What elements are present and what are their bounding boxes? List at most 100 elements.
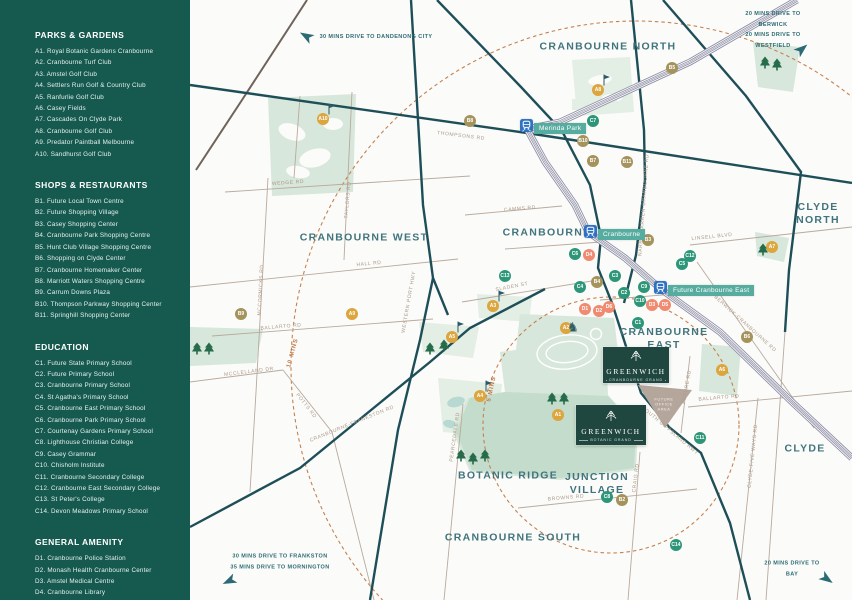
road-name-label: BERWICK-CRANBOURNE RD [712, 294, 778, 354]
pine-tree-icon [479, 449, 491, 463]
legend-item: C9. Casey Grammar [35, 450, 97, 458]
pine-tree-icon [558, 392, 570, 406]
pine-tree-icon [771, 58, 783, 72]
legend-item: B5. Hunt Club Village Shopping Centre [35, 243, 152, 251]
legend-item: B6. Shopping on Clyde Center [35, 255, 126, 263]
horse-rider-icon: ♞ [567, 319, 579, 335]
legend-item: A2. Cranbourne Turf Club [35, 59, 112, 67]
station-cranbourne: Cranbourne [584, 225, 646, 243]
legend-item: D4. Cranbourne Library [35, 589, 106, 597]
road-name-label: SOUTH GIPPSLAND HWY [640, 405, 700, 457]
road-name-label: WESTERN PORT HWY [400, 270, 418, 334]
legend-item: C12. Cranbourne East Secondary College [35, 485, 161, 492]
map-marker-D3: D3 [646, 299, 658, 311]
map-marker-B4: B4 [591, 276, 603, 288]
project-title: GREENWICH [581, 427, 641, 437]
direction-arrow-icon [297, 27, 315, 44]
map-marker-C10: C10 [634, 295, 646, 307]
drive-time-note: 30 MINS DRIVE TO FRANKSTON 35 MINS DRIVE… [230, 553, 330, 571]
map-marker-A9: A9 [346, 308, 358, 320]
region-label: BOTANIC RIDGE [457, 469, 559, 482]
map-marker-A6: A6 [716, 364, 728, 376]
region-label: CRANBOURNE SOUTH [444, 531, 582, 544]
map-marker-C4: C4 [574, 281, 586, 293]
map-marker-B6: B6 [741, 331, 753, 343]
pine-tree-icon [455, 449, 467, 463]
legend-item: A1. Royal Botanic Gardens Cranbourne [35, 48, 154, 55]
pine-tree-icon [424, 342, 436, 356]
legend-item: A10. Sandhurst Golf Club [35, 150, 112, 158]
legend-item: C4. St Agatha's Primary School [35, 393, 129, 401]
golf-flag-icon [457, 321, 465, 333]
road-name-label: FUTURE RD [681, 369, 693, 405]
map-marker-C12: C12 [684, 250, 696, 262]
road-name-label: MCCORMICKS RD [256, 264, 266, 316]
legend-item: A8. Cranbourne Golf Club [35, 127, 113, 135]
legend-item: C7. Courtenay Gardens Primary School [35, 427, 154, 435]
legend-item: C11. Cranbourne Secondary College [35, 473, 145, 481]
legend-item: D3. Amstel Medical Centre [35, 578, 115, 586]
golf-flag-icon [485, 380, 493, 392]
road-name-label: HALL RD [356, 259, 382, 269]
region-label: CRANBOURNE [502, 226, 592, 239]
map-marker-D1: D1 [579, 303, 591, 315]
pine-tree-icon [438, 339, 450, 353]
legend-item: D1. Cranbourne Police Station [35, 555, 126, 563]
map-marker-B5: B5 [666, 62, 678, 74]
golf-flag-icon [328, 103, 336, 115]
legend-item: B8. Marriott Waters Shopping Centre [35, 277, 146, 285]
road-name-label: CRAIG RD [631, 463, 641, 493]
map-marker-C8: C8 [601, 491, 613, 503]
train-station-icon [654, 281, 667, 299]
legend-item: C10. Chisholm Institute [35, 462, 105, 470]
legend-item: C2. Future Primary School [35, 370, 115, 378]
legend-item: B2. Future Shopping Village [35, 209, 119, 217]
drive-time-note: 20 MINS DRIVE TO BAY [764, 560, 820, 578]
train-station-icon [584, 225, 597, 243]
map-marker-B2: B2 [616, 494, 628, 506]
road-name-label: CRANBOURNE-FRANKSTON RD [308, 404, 396, 444]
project-subtitle: CRANBOURNE GRAND [606, 378, 666, 382]
legend-item: C14. Devon Meadows Primary School [35, 507, 148, 515]
legend-item: B9. Carrum Downs Plaza [35, 289, 111, 297]
station-merinda-park: Merinda Park [520, 119, 587, 137]
location-map-page: CRANBOURNE NORTH CRANBOURNE WEST CRANBOURN… [0, 0, 852, 600]
legend-item: C5. Cranbourne East Primary School [35, 405, 146, 413]
map-marker-C11: C11 [694, 432, 706, 444]
legend-item: C3. Cranbourne Primary School [35, 382, 131, 390]
legend-item: B7. Cranbourne Homemaker Center [35, 266, 143, 274]
road-name-label: WEDGE RD [271, 178, 305, 188]
region-label: CRANBOURNE WEST [299, 231, 429, 244]
road-name-label: MCCLELLAND DR [223, 365, 275, 379]
pine-tree-icon [759, 56, 771, 70]
legend-section-title: GENERAL AMENITY [35, 537, 124, 548]
pine-tree-icon [203, 342, 215, 356]
map-marker-D4: D4 [583, 249, 595, 261]
road-name-label: CLYDE-FIVE WAYS RD [746, 423, 760, 489]
pine-tree-icon [191, 342, 203, 356]
road-name-label: BROWNS RD [547, 493, 585, 503]
legend-item: D2. Monash Health Cranbourne Center [35, 566, 152, 574]
project-title: GREENWICH [606, 367, 666, 377]
legend-item: B11. Springhill Shopping Center [35, 312, 131, 320]
direction-arrow-icon [220, 573, 238, 590]
legend-section-title: SHOPS & RESTAURANTS [35, 180, 148, 191]
legend-item: C8. Lighthouse Christian College [35, 439, 134, 447]
map-marker-B8: B8 [464, 115, 476, 127]
map-marker-A8: A8 [592, 84, 604, 96]
legend-item: C1. Future State Primary School [35, 359, 132, 367]
future-office-area-label: FUTURE OFFICE AREA [654, 396, 674, 412]
station-name-label: Cranbourne [598, 228, 646, 240]
road-name-label: THOMPSONS RD [436, 130, 486, 142]
greenwich-tree-logo [603, 408, 619, 426]
pine-tree-icon [757, 243, 769, 257]
region-label: CRANBOURNE NORTH [539, 40, 677, 53]
road-name-label: LINSELL BLVD [691, 231, 733, 243]
station-future-cranbourne-east: Future Cranbourne East [654, 281, 755, 299]
map-marker-C6: C6 [569, 248, 581, 260]
golf-flag-icon [498, 290, 506, 302]
map-marker-C3: C3 [609, 270, 621, 282]
legend-item: A4. Settlers Run Golf & Country Club [35, 82, 146, 90]
greenwich-tree-logo [628, 348, 644, 366]
pine-tree-icon [467, 452, 479, 466]
